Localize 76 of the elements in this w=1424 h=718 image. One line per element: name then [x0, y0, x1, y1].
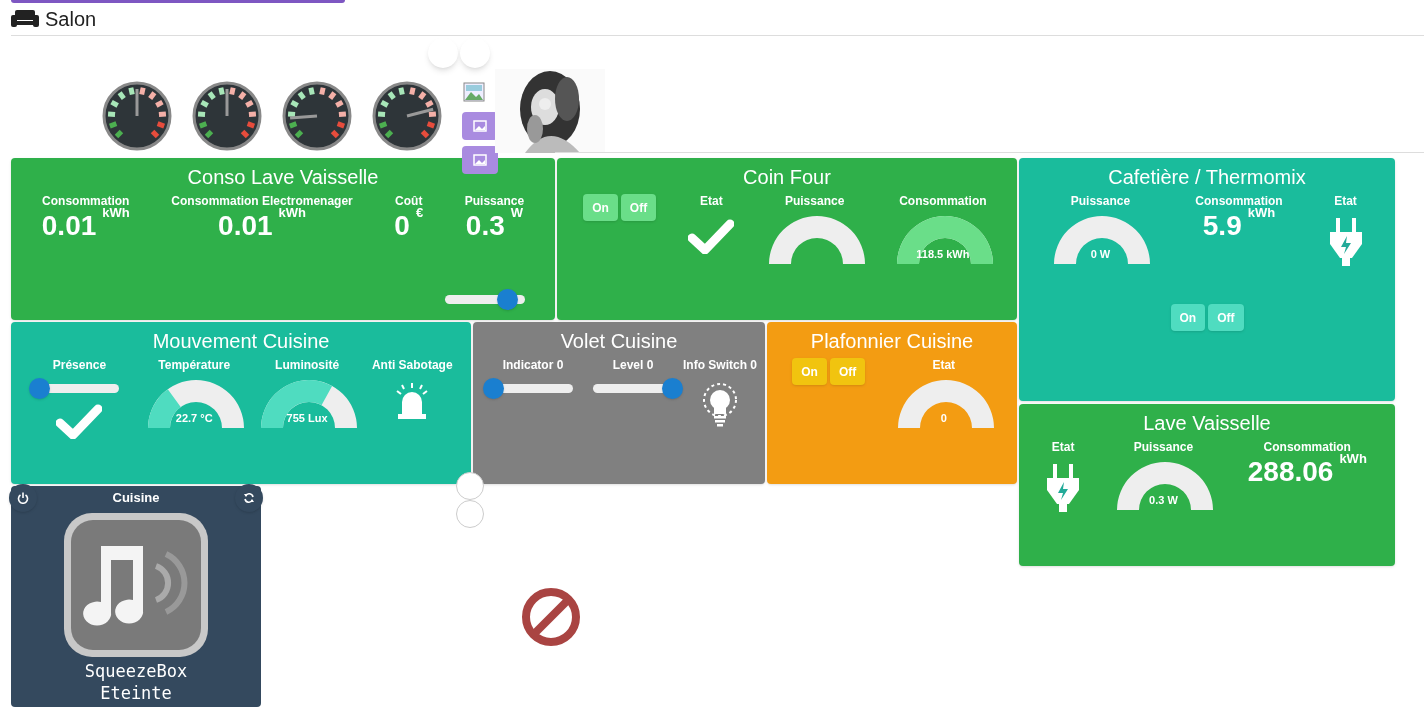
tile-title: Coin Four: [742, 165, 832, 188]
lightbulb-icon: [702, 382, 738, 428]
widget-label: Consommation Electromenager: [171, 193, 353, 208]
tile-title: Lave Vaisselle: [1142, 411, 1272, 434]
dial-gauge: [102, 81, 172, 151]
switch-button[interactable]: Off: [829, 358, 866, 385]
check-icon: [688, 218, 735, 254]
no-entry-icon: [521, 586, 581, 647]
gauge-reading: 0.3 W: [1148, 492, 1179, 508]
unit-text: kWh: [102, 206, 130, 219]
gauge-reading: 22.7 °C: [174, 410, 214, 426]
sofa-icon: [11, 9, 39, 29]
picture-button[interactable]: [462, 146, 498, 174]
unit-text: kWh: [1339, 452, 1367, 465]
tile-title: Mouvement Cuisine: [151, 329, 331, 352]
dial-gauge: [282, 81, 352, 151]
gauge-reading: 118.5 kWh: [915, 246, 971, 262]
plug-icon: [1329, 218, 1362, 268]
widget-label: Puissance: [1070, 193, 1131, 208]
widget-label: Etat: [1051, 439, 1075, 454]
widget-label: Puissance: [1133, 439, 1194, 454]
status-text: Eteinte: [100, 681, 172, 704]
unit-text: kWh: [1247, 206, 1276, 219]
refresh-icon: [243, 492, 255, 504]
dial-gauge: [372, 81, 442, 151]
gauge-reading: 0 W: [1089, 246, 1112, 262]
media-title: Cuisine: [112, 489, 160, 507]
value-text: 0: [394, 212, 410, 240]
widget-label: Consommation: [1263, 439, 1351, 454]
widget-label: Consommation: [899, 193, 987, 208]
widget-label: Température: [158, 357, 231, 372]
value-text: 288.06: [1247, 458, 1334, 486]
unit-text: W: [510, 206, 524, 219]
refresh-button[interactable]: [235, 484, 263, 512]
gauge-reading: 0: [939, 410, 948, 426]
value-text: 0.3: [465, 212, 505, 240]
switch-button[interactable]: On: [1170, 304, 1206, 331]
check-icon: [56, 403, 103, 439]
widget-label: Consommation: [42, 193, 130, 208]
picture-button[interactable]: [462, 112, 498, 140]
widget-label: Puissance: [784, 193, 845, 208]
dial-gauge: [192, 81, 262, 151]
switch-button[interactable]: On: [792, 358, 827, 385]
switch-button[interactable]: On: [583, 194, 618, 221]
widget-label: Présence: [52, 357, 107, 372]
tile-title: Conso Lave Vaisselle: [186, 165, 380, 188]
switch-button[interactable]: Off: [1208, 304, 1244, 331]
plug-icon: [1047, 464, 1080, 514]
power-icon: [17, 492, 29, 504]
image-icon: [473, 154, 487, 166]
value-text: 0.01: [41, 212, 97, 240]
widget-label: Etat: [700, 193, 723, 208]
widget-label: Consommation: [1195, 193, 1283, 208]
image-icon: [463, 82, 485, 102]
widget-label: Indicator 0: [502, 357, 564, 372]
status-text: SqueezeBox: [84, 659, 188, 682]
widget-label: Anti Sabotage: [371, 357, 453, 372]
widget-label: Info Switch 0: [683, 357, 757, 372]
switch-button[interactable]: Off: [620, 194, 657, 221]
image-icon: [473, 120, 487, 132]
unit-text: kWh: [278, 206, 306, 219]
room-title: Salon: [45, 7, 97, 32]
tile-title: Volet Cuisine: [559, 329, 679, 352]
widget-label: Etat: [932, 357, 956, 372]
tile-title: Plafonnier Cuisine: [809, 329, 975, 352]
unit-text: €: [415, 206, 424, 219]
widget-label: Etat: [1334, 193, 1357, 208]
widget-label: Puissance: [464, 193, 525, 208]
gauge-reading: 755 Lux: [285, 410, 329, 426]
widget-label: Level 0: [612, 357, 654, 372]
widget-label: Luminosité: [275, 357, 340, 372]
value-text: 5.9: [1202, 212, 1242, 240]
tile-title: Cafetière / Thermomix: [1107, 165, 1307, 188]
widget-label: Coût: [395, 193, 423, 208]
value-text: 0.01: [218, 212, 273, 240]
power-button[interactable]: [9, 484, 37, 512]
